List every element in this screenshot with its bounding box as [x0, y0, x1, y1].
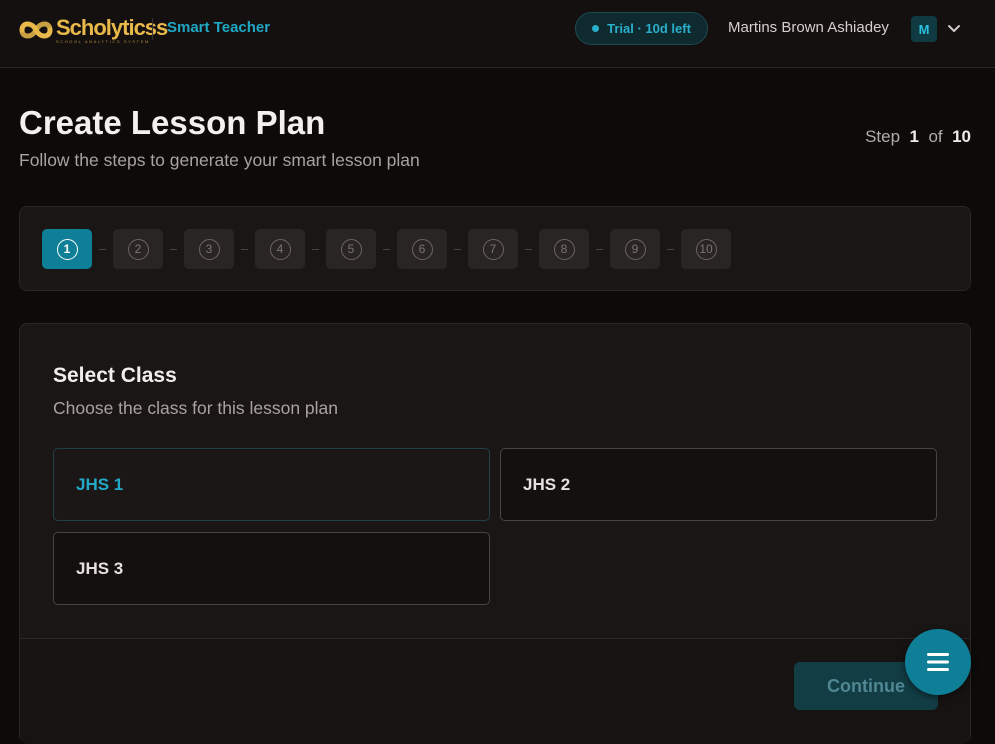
step-connector	[99, 248, 106, 250]
step-8[interactable]: 8	[539, 229, 589, 269]
step-prefix: Step	[865, 127, 901, 146]
step-2[interactable]: 2	[113, 229, 163, 269]
step-connector	[454, 248, 461, 250]
step-connector	[667, 248, 674, 250]
avatar[interactable]: M	[911, 16, 937, 42]
step-connector	[312, 248, 319, 250]
logo-text: Scholyticss SCHOOL ANALYTICS SYSTEM	[56, 14, 168, 44]
step-total: 10	[952, 127, 971, 146]
header-divider	[152, 18, 153, 40]
step-number: 8	[553, 238, 575, 260]
step-10[interactable]: 10	[681, 229, 731, 269]
page-subtitle: Follow the steps to generate your smart …	[19, 150, 420, 170]
step-connector	[241, 248, 248, 250]
step-number: 6	[411, 238, 433, 260]
trial-label: Trial · 10d left	[607, 21, 691, 36]
section-title: Select Class	[53, 364, 177, 387]
user-name[interactable]: Martins Brown Ashiadey	[728, 19, 889, 36]
step-connector	[383, 248, 390, 250]
floating-menu-button[interactable]	[905, 629, 971, 695]
step-current: 1	[909, 127, 919, 146]
chevron-down-icon[interactable]	[945, 20, 963, 38]
class-option-jhs-1[interactable]: JHS 1	[53, 448, 490, 521]
step-5[interactable]: 5	[326, 229, 376, 269]
step-number: 1	[56, 238, 78, 260]
trial-status-dot-icon	[592, 25, 600, 32]
logo-word: Scholyticss	[56, 14, 168, 40]
step-indicator: Step 1 of 10	[865, 127, 971, 147]
step-connector	[525, 248, 532, 250]
step-7[interactable]: 7	[468, 229, 518, 269]
class-option-jhs-3[interactable]: JHS 3	[53, 532, 490, 605]
step-6[interactable]: 6	[397, 229, 447, 269]
stepper: 1 2 3 4 5 6 7 8 9 10	[42, 229, 731, 269]
step-number: 9	[624, 238, 646, 260]
select-class-card: Select Class Choose the class for this l…	[19, 323, 971, 744]
logo-tagline: SCHOOL ANALYTICS SYSTEM	[56, 38, 150, 44]
step-9[interactable]: 9	[610, 229, 660, 269]
footer-divider	[20, 638, 970, 639]
step-number: 7	[482, 238, 504, 260]
step-number: 4	[269, 238, 291, 260]
step-of: of	[928, 127, 943, 146]
app-name[interactable]: Smart Teacher	[167, 19, 270, 36]
step-number: 5	[340, 238, 362, 260]
scholyticss-logo-icon	[19, 21, 53, 39]
step-1[interactable]: 1	[42, 229, 92, 269]
step-number: 3	[198, 238, 220, 260]
step-3[interactable]: 3	[184, 229, 234, 269]
trial-badge[interactable]: Trial · 10d left	[575, 12, 708, 45]
stepper-panel: 1 2 3 4 5 6 7 8 9 10	[19, 206, 971, 291]
step-connector	[170, 248, 177, 250]
menu-icon	[927, 653, 949, 671]
step-connector	[596, 248, 603, 250]
step-number: 10	[695, 238, 717, 260]
step-number: 2	[127, 238, 149, 260]
top-header: Scholyticss SCHOOL ANALYTICS SYSTEM Smar…	[0, 0, 995, 68]
step-4[interactable]: 4	[255, 229, 305, 269]
page-title: Create Lesson Plan	[19, 104, 326, 141]
scholyticss-logo[interactable]: Scholyticss SCHOOL ANALYTICS SYSTEM	[18, 14, 168, 46]
class-option-jhs-2[interactable]: JHS 2	[500, 448, 937, 521]
section-subtitle: Choose the class for this lesson plan	[53, 398, 339, 418]
